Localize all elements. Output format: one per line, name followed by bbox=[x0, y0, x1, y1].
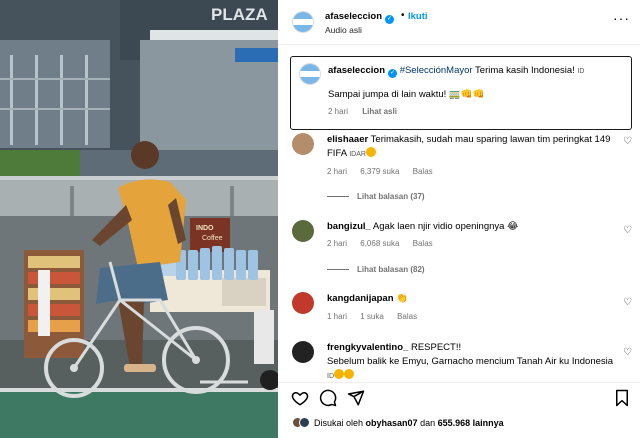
comment-text: elishaaer Terimakasih, sudah mau sparing… bbox=[327, 133, 617, 162]
replies-line bbox=[327, 196, 349, 197]
commenter-avatar[interactable] bbox=[292, 133, 314, 155]
reply-button[interactable]: Balas bbox=[413, 239, 433, 248]
header-separator: • bbox=[401, 10, 405, 21]
liked-by-line: Disukai oleh obyhasan07 dan 655.968 lain… bbox=[292, 417, 504, 428]
comment-icon[interactable] bbox=[319, 389, 337, 409]
comment-text: frengkyvalentino_ RESPECT!! Sebelum bali… bbox=[327, 341, 617, 381]
comment-meta: 2 hari 6,068 suka Balas bbox=[327, 239, 444, 248]
caption-body: Terima kasih Indonesia! bbox=[472, 65, 578, 76]
comment-body: Agak laen njir vidio openingnya 😂 bbox=[370, 221, 519, 232]
more-options-icon[interactable]: ··· bbox=[613, 10, 630, 26]
comment-body-2: Sebelum balik ke Emyu, Garnacho mencium … bbox=[327, 356, 614, 367]
account-username-text[interactable]: afaseleccion bbox=[325, 11, 382, 22]
liked-count[interactable]: 655.968 lainnya bbox=[438, 418, 504, 428]
account-avatar[interactable] bbox=[292, 11, 314, 33]
action-bar bbox=[278, 385, 640, 413]
comment-username[interactable]: kangdanijapan bbox=[327, 293, 394, 304]
comment-item: elishaaer Terimakasih, sudah mau sparing… bbox=[292, 133, 638, 205]
caption-avatar[interactable] bbox=[299, 63, 321, 85]
post-panel: afaseleccion ✓ • Ikuti Audio asli ··· afa… bbox=[278, 0, 640, 438]
view-replies-label[interactable]: Lihat balasan (82) bbox=[357, 265, 425, 274]
reply-button[interactable]: Balas bbox=[397, 312, 417, 321]
comment-likes[interactable]: 6,379 suka bbox=[360, 167, 399, 176]
see-original-link[interactable]: Lihat asli bbox=[362, 107, 397, 116]
account-username[interactable]: afaseleccion ✓ bbox=[325, 11, 395, 24]
clap-emoji-icon bbox=[365, 147, 376, 157]
verified-badge-icon: ✓ bbox=[385, 15, 395, 24]
comment-text: bangizul_ Agak laen njir vidio openingny… bbox=[327, 220, 617, 234]
comment-likes[interactable]: 6,068 suka bbox=[360, 239, 399, 248]
comment-time: 1 hari bbox=[327, 312, 348, 321]
indonesia-flag-icon: ID bbox=[577, 68, 585, 75]
caption-username[interactable]: afaseleccion bbox=[328, 65, 385, 76]
comment-like-heart-icon[interactable]: ♡ bbox=[623, 297, 632, 308]
comment-item: bangizul_ Agak laen njir vidio openingny… bbox=[292, 220, 638, 280]
comment-username[interactable]: frengkyvalentino_ bbox=[327, 342, 408, 353]
comment-text: kangdanijapan 👏 bbox=[327, 292, 617, 306]
comment-like-heart-icon[interactable]: ♡ bbox=[623, 225, 632, 236]
view-replies-label[interactable]: Lihat balasan (37) bbox=[357, 192, 425, 201]
verified-badge-icon: ✓ bbox=[388, 69, 398, 78]
liked-by-suffix: dan bbox=[417, 418, 438, 428]
liked-by-prefix: Disukai oleh bbox=[314, 418, 366, 428]
comment-time: 2 hari bbox=[327, 239, 348, 248]
box-text-2: Coffee bbox=[202, 235, 223, 242]
commenter-avatar[interactable] bbox=[292, 341, 314, 363]
comment-username[interactable]: elishaaer bbox=[327, 134, 368, 145]
caption-hashtag[interactable]: #SelecciónMayor bbox=[400, 65, 473, 76]
comment-item: kangdanijapan 👏 ♡ 1 hari 1 suka Balas bbox=[292, 292, 638, 326]
comment-body: RESPECT!! bbox=[408, 342, 462, 353]
comment-meta: 2 hari 6,379 suka Balas bbox=[327, 167, 444, 176]
flag-icon: ID bbox=[327, 373, 334, 380]
caption-line-2: Sampai jumpa di lain waktu! 🚃👊👊 bbox=[328, 89, 485, 100]
flag-icon: IDAR bbox=[349, 151, 366, 158]
view-replies-button[interactable]: Lihat balasan (82) bbox=[327, 265, 425, 274]
post-header: afaseleccion ✓ • Ikuti Audio asli ··· bbox=[278, 0, 640, 44]
comment-body: 👏 bbox=[393, 293, 408, 304]
comment-likes[interactable]: 1 suka bbox=[360, 312, 384, 321]
liker-avatar bbox=[299, 417, 310, 428]
liked-by-user[interactable]: obyhasan07 bbox=[366, 418, 418, 428]
comment-like-heart-icon[interactable]: ♡ bbox=[623, 136, 632, 147]
actions-divider bbox=[278, 382, 640, 383]
comment-meta: 1 hari 1 suka Balas bbox=[327, 312, 428, 321]
like-heart-icon[interactable] bbox=[291, 389, 309, 409]
emoji-icon bbox=[334, 369, 344, 379]
comment-time: 2 hari bbox=[327, 167, 348, 176]
send-icon[interactable] bbox=[347, 389, 365, 409]
view-replies-button[interactable]: Lihat balasan (37) bbox=[327, 192, 425, 201]
follow-button[interactable]: Ikuti bbox=[408, 11, 428, 22]
commenter-avatar[interactable] bbox=[292, 292, 314, 314]
post-media[interactable]: PLAZA INDO Coffee bbox=[0, 0, 278, 438]
plaza-sign-text: PLAZA bbox=[211, 5, 268, 24]
box-text-1: INDO bbox=[196, 225, 214, 232]
comment-like-heart-icon[interactable]: ♡ bbox=[623, 347, 632, 358]
caption-meta: 2 hari Lihat asli bbox=[328, 107, 409, 116]
header-divider bbox=[278, 44, 640, 45]
reply-button[interactable]: Balas bbox=[413, 167, 433, 176]
bookmark-icon[interactable] bbox=[614, 389, 630, 409]
original-audio-link[interactable]: Audio asli bbox=[325, 25, 362, 35]
replies-line bbox=[327, 269, 349, 270]
comment-username[interactable]: bangizul_ bbox=[327, 221, 371, 232]
comment-item: frengkyvalentino_ RESPECT!! Sebelum bali… bbox=[292, 341, 638, 381]
emoji-icon bbox=[344, 369, 354, 379]
caption-text: afaseleccion ✓ #SelecciónMayor Terima kas… bbox=[328, 64, 624, 78]
caption-time: 2 hari bbox=[328, 107, 349, 116]
street-vendor-photo: PLAZA INDO Coffee bbox=[0, 0, 278, 438]
commenter-avatar[interactable] bbox=[292, 220, 314, 242]
post-caption: afaseleccion ✓ #SelecciónMayor Terima kas… bbox=[290, 56, 632, 130]
